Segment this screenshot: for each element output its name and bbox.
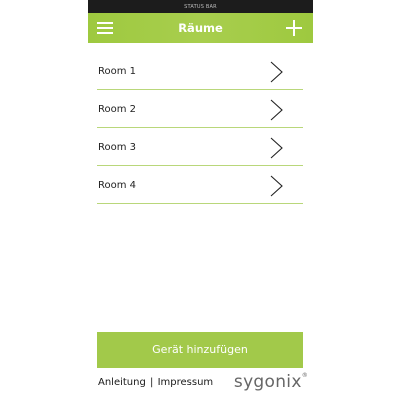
- add-device-button[interactable]: Gerät hinzufügen: [97, 332, 303, 368]
- room-list-item[interactable]: Room 3: [97, 128, 303, 166]
- room-label: Room 2: [98, 104, 137, 115]
- room-list-item[interactable]: Room 4: [97, 166, 303, 204]
- navigation-bar: Räume: [88, 13, 313, 43]
- brand-logo-mark: ®: [301, 372, 308, 379]
- hamburger-menu-icon[interactable]: [97, 19, 113, 37]
- brand-logo-text: sygonix: [233, 372, 302, 392]
- chevron-right-icon: [270, 61, 283, 83]
- room-list: Room 1 Room 2 Room 3 Room 4: [97, 52, 303, 204]
- room-label: Room 1: [98, 66, 137, 77]
- page-title: Räume: [178, 21, 223, 35]
- chevron-right-icon: [270, 137, 283, 159]
- manual-link[interactable]: Anleitung: [98, 377, 146, 388]
- plus-icon[interactable]: [286, 20, 302, 36]
- status-bar: STATUS BAR: [88, 0, 313, 13]
- imprint-link[interactable]: Impressum: [158, 377, 214, 388]
- brand-logo: sygonix®: [234, 372, 308, 392]
- status-bar-label: STATUS BAR: [184, 3, 217, 10]
- footer: Anleitung | Impressum sygonix®: [88, 371, 313, 397]
- room-label: Room 3: [98, 142, 137, 153]
- footer-links: Anleitung | Impressum: [98, 377, 213, 388]
- room-list-item[interactable]: Room 2: [97, 90, 303, 128]
- app-screen: STATUS BAR Räume Room 1 Room 2 Room 3 Ro…: [88, 0, 313, 400]
- chevron-right-icon: [270, 99, 283, 121]
- room-list-item[interactable]: Room 1: [97, 52, 303, 90]
- room-label: Room 4: [98, 180, 137, 191]
- chevron-right-icon: [270, 175, 283, 197]
- footer-separator: |: [150, 377, 154, 388]
